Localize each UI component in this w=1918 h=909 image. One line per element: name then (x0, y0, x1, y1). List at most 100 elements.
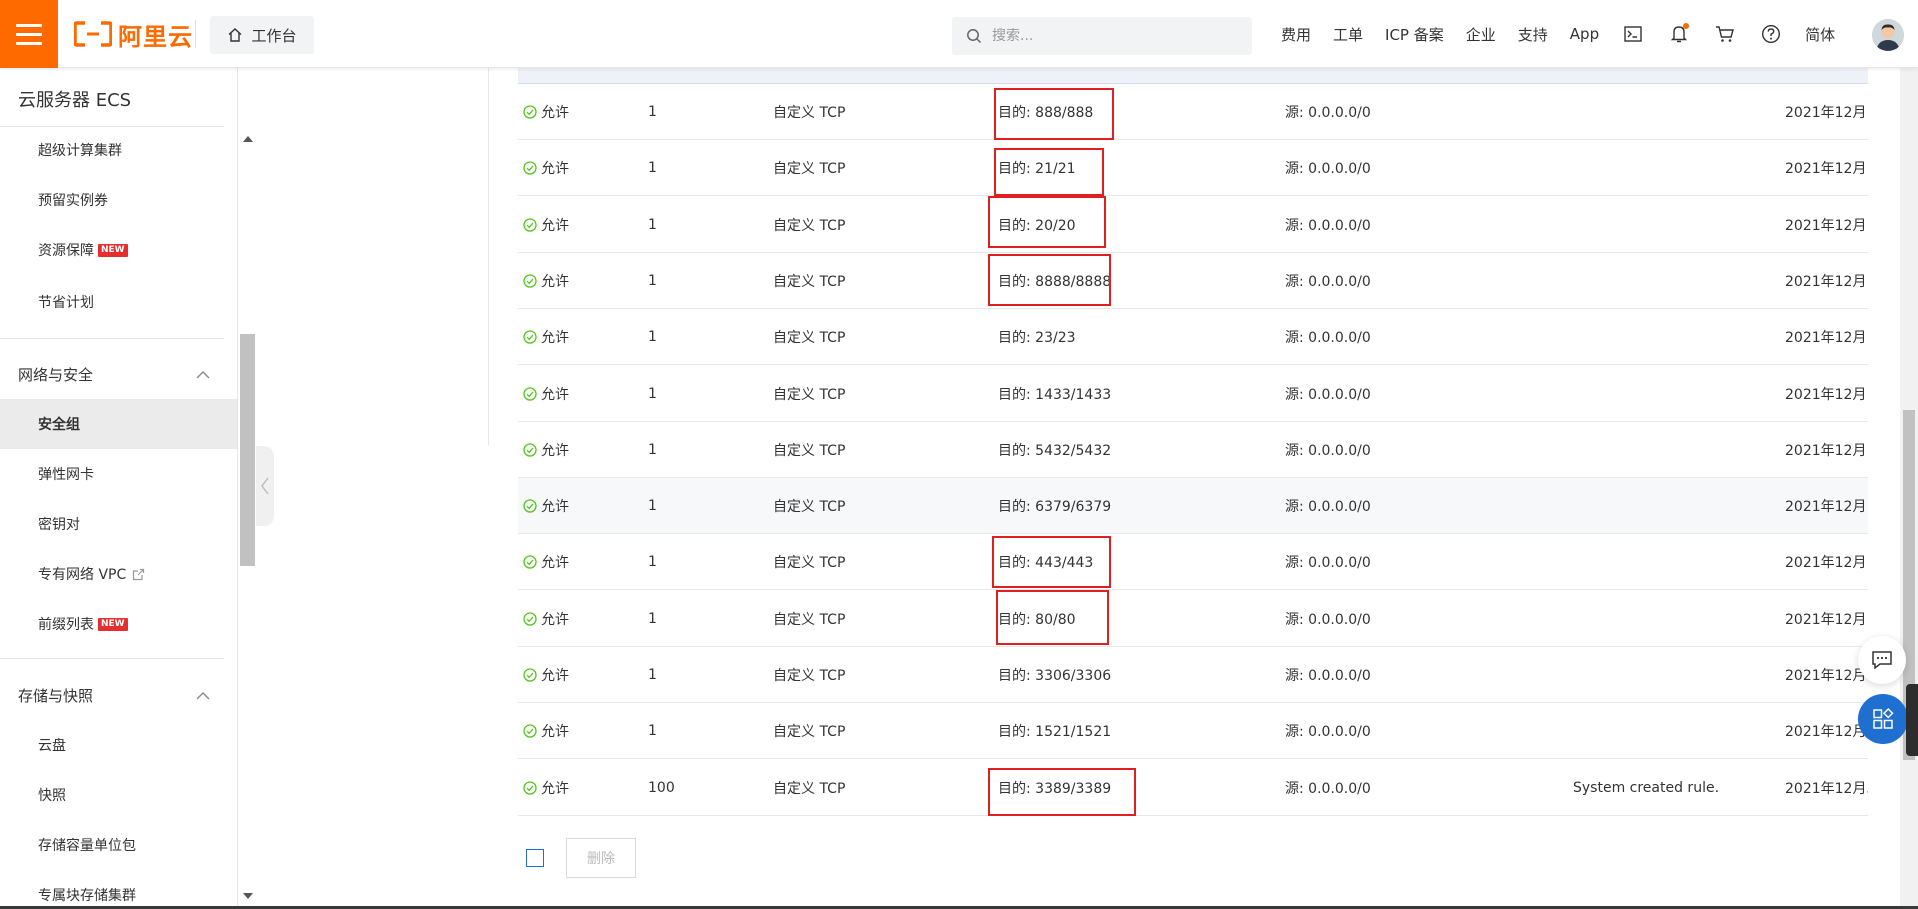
sidebar-item-eni[interactable]: 弹性网卡 (0, 449, 236, 499)
sidebar-item-prefix-list[interactable]: 前缀列表 NEW (0, 599, 236, 649)
sidebar-item-storage-capacity-unit[interactable]: 存储容量单位包 (0, 820, 236, 870)
sidebar-item-key-pairs[interactable]: 密钥对 (0, 499, 236, 549)
rule-priority: 1 (648, 442, 657, 458)
sidebar-group-storage-snapshot[interactable]: 存储与快照 (0, 670, 236, 720)
rule-source-cell: 源: 0.0.0.0/0 (1285, 309, 1371, 365)
nav-tickets[interactable]: 工单 (1333, 24, 1363, 45)
side-widget-tab[interactable] (1906, 684, 1918, 756)
search-input[interactable] (992, 28, 1232, 44)
rule-policy: 允许 (541, 105, 569, 121)
sidebar-item-resource-assurance[interactable]: 资源保障 NEW (0, 225, 236, 275)
delete-button[interactable]: 删除 (566, 838, 636, 878)
rule-protocol: 自定义 TCP (773, 443, 846, 459)
chat-icon[interactable] (1858, 636, 1906, 684)
rule-source-cell: 源: 0.0.0.0/0 (1285, 84, 1371, 140)
scroll-up-arrow-icon[interactable] (243, 136, 253, 142)
rule-port-range: 目的: 20/20 (998, 218, 1076, 234)
rule-protocol: 自定义 TCP (773, 612, 846, 628)
rule-protocol-cell: 自定义 TCP (773, 647, 845, 703)
rule-priority: 1 (648, 723, 657, 739)
table-row: 允许 1 自定义 TCP 目的: 20/20 源: 0.0.0.0/0 2021年12月1 (518, 197, 1868, 253)
rule-source-cell: 源: 0.0.0.0/0 (1285, 760, 1371, 816)
sidebar-item-label: 超级计算集群 (38, 143, 122, 159)
rule-created-time: 2021年12月1 (1785, 724, 1868, 740)
user-avatar[interactable] (1872, 19, 1904, 51)
sidebar-item-label: 快照 (38, 788, 66, 804)
rule-protocol: 自定义 TCP (773, 330, 846, 346)
sidebar-item-label: 存储容量单位包 (38, 838, 136, 854)
cart-icon[interactable] (1714, 23, 1736, 45)
sidebar-item-label: 前缀列表 (38, 617, 94, 633)
rule-priority: 100 (648, 780, 675, 796)
rule-policy: 允许 (541, 499, 569, 515)
sidebar-item-dedicated-block-storage[interactable]: 专属块存储集群 (0, 870, 236, 909)
sidebar-item-label: 专有网络 VPC (38, 567, 127, 583)
rule-created-time: 2021年12月1 (1785, 105, 1868, 121)
rule-created-time-cell: 2021年12月1 (1785, 253, 1868, 309)
nav-enterprise[interactable]: 企业 (1466, 24, 1496, 45)
sidebar-item-security-group[interactable]: 安全组 (0, 399, 237, 449)
language-switch[interactable]: 简体 (1805, 24, 1835, 45)
rule-port-range-cell: 目的: 1521/1521 (998, 703, 1111, 759)
table-row: 允许 1 自定义 TCP 目的: 23/23 源: 0.0.0.0/0 2021年12月1 (518, 309, 1868, 365)
sidebar-collapse-handle[interactable] (256, 446, 274, 526)
rule-source: 源: 0.0.0.0/0 (1285, 218, 1371, 234)
rule-priority: 1 (648, 498, 657, 514)
sidebar-item-vpc[interactable]: 专有网络 VPC (0, 549, 236, 599)
rule-priority-cell: 1 (648, 197, 657, 253)
sidebar-group-network-security[interactable]: 网络与安全 (0, 349, 236, 399)
bell-icon[interactable] (1668, 23, 1690, 45)
help-icon[interactable] (1760, 23, 1782, 45)
sidebar-item-label: 弹性网卡 (38, 467, 94, 483)
rule-created-time: 2021年12月1 (1785, 387, 1868, 403)
sidebar-item-supercomputing-cluster[interactable]: 超级计算集群 (0, 125, 236, 175)
table-row: 允许 1 自定义 TCP 目的: 1433/1433 源: 0.0.0.0/0 2021年… (518, 366, 1868, 422)
rule-port-range: 目的: 3389/3389 (998, 781, 1112, 797)
sidebar-group-label: 存储与快照 (18, 686, 94, 705)
sidebar-divider (0, 338, 224, 339)
sidebar-item-reserved-instances[interactable]: 预留实例券 (0, 175, 236, 225)
sidebar-item-label: 预留实例券 (38, 193, 108, 209)
rule-source: 源: 0.0.0.0/0 (1285, 668, 1371, 684)
sidebar-title: 云服务器 ECS (18, 90, 132, 111)
rule-priority: 1 (648, 104, 657, 120)
nav-billing[interactable]: 费用 (1281, 24, 1311, 45)
terminal-icon[interactable] (1622, 23, 1644, 45)
select-all-checkbox[interactable] (526, 849, 544, 867)
apps-icon[interactable] (1858, 694, 1908, 744)
rule-source: 源: 0.0.0.0/0 (1285, 105, 1371, 121)
workbench-button[interactable]: 工作台 (210, 16, 314, 54)
sidebar-item-savings-plan[interactable]: 节省计划 (0, 277, 236, 327)
top-bar: 阿里云 工作台 费用 工单 ICP 备案 企业 支持 App (0, 0, 1918, 68)
rule-policy: 允许 (541, 555, 569, 571)
rule-created-time: 2021年12月1 (1785, 555, 1868, 571)
rule-source: 源: 0.0.0.0/0 (1285, 612, 1371, 628)
menu-hamburger-icon[interactable] (0, 0, 58, 68)
rule-port-range-cell: 目的: 3389/3389 (998, 760, 1111, 816)
nav-icp[interactable]: ICP 备案 (1385, 24, 1444, 45)
rule-source-cell: 源: 0.0.0.0/0 (1285, 140, 1371, 196)
nav-app[interactable]: App (1570, 25, 1599, 43)
rule-created-time: 2021年12月1 (1785, 443, 1868, 459)
rule-priority: 1 (648, 217, 657, 233)
rule-protocol: 自定义 TCP (773, 161, 846, 177)
rule-source-cell: 源: 0.0.0.0/0 (1285, 253, 1371, 309)
external-link-icon (132, 568, 145, 581)
rule-source-cell: 源: 0.0.0.0/0 (1285, 197, 1371, 253)
sidebar-item-snapshots[interactable]: 快照 (0, 770, 236, 820)
rule-protocol-cell: 自定义 TCP (773, 422, 845, 478)
rule-protocol-cell: 自定义 TCP (773, 197, 845, 253)
nav-support[interactable]: 支持 (1518, 24, 1548, 45)
check-circle-icon (523, 555, 537, 569)
scroll-down-arrow-icon[interactable] (243, 893, 253, 899)
sidebar-item-disks[interactable]: 云盘 (0, 720, 236, 770)
search-box[interactable] (952, 17, 1252, 55)
sidebar-scrollbar-thumb[interactable] (240, 334, 255, 566)
check-circle-icon (523, 105, 537, 119)
rule-policy-cell: 允许 (523, 253, 569, 309)
rule-policy: 允许 (541, 781, 569, 797)
check-circle-icon (523, 499, 537, 513)
aliyun-logo[interactable]: 阿里云 (74, 17, 193, 51)
rule-protocol: 自定义 TCP (773, 555, 846, 571)
rule-source: 源: 0.0.0.0/0 (1285, 499, 1371, 515)
